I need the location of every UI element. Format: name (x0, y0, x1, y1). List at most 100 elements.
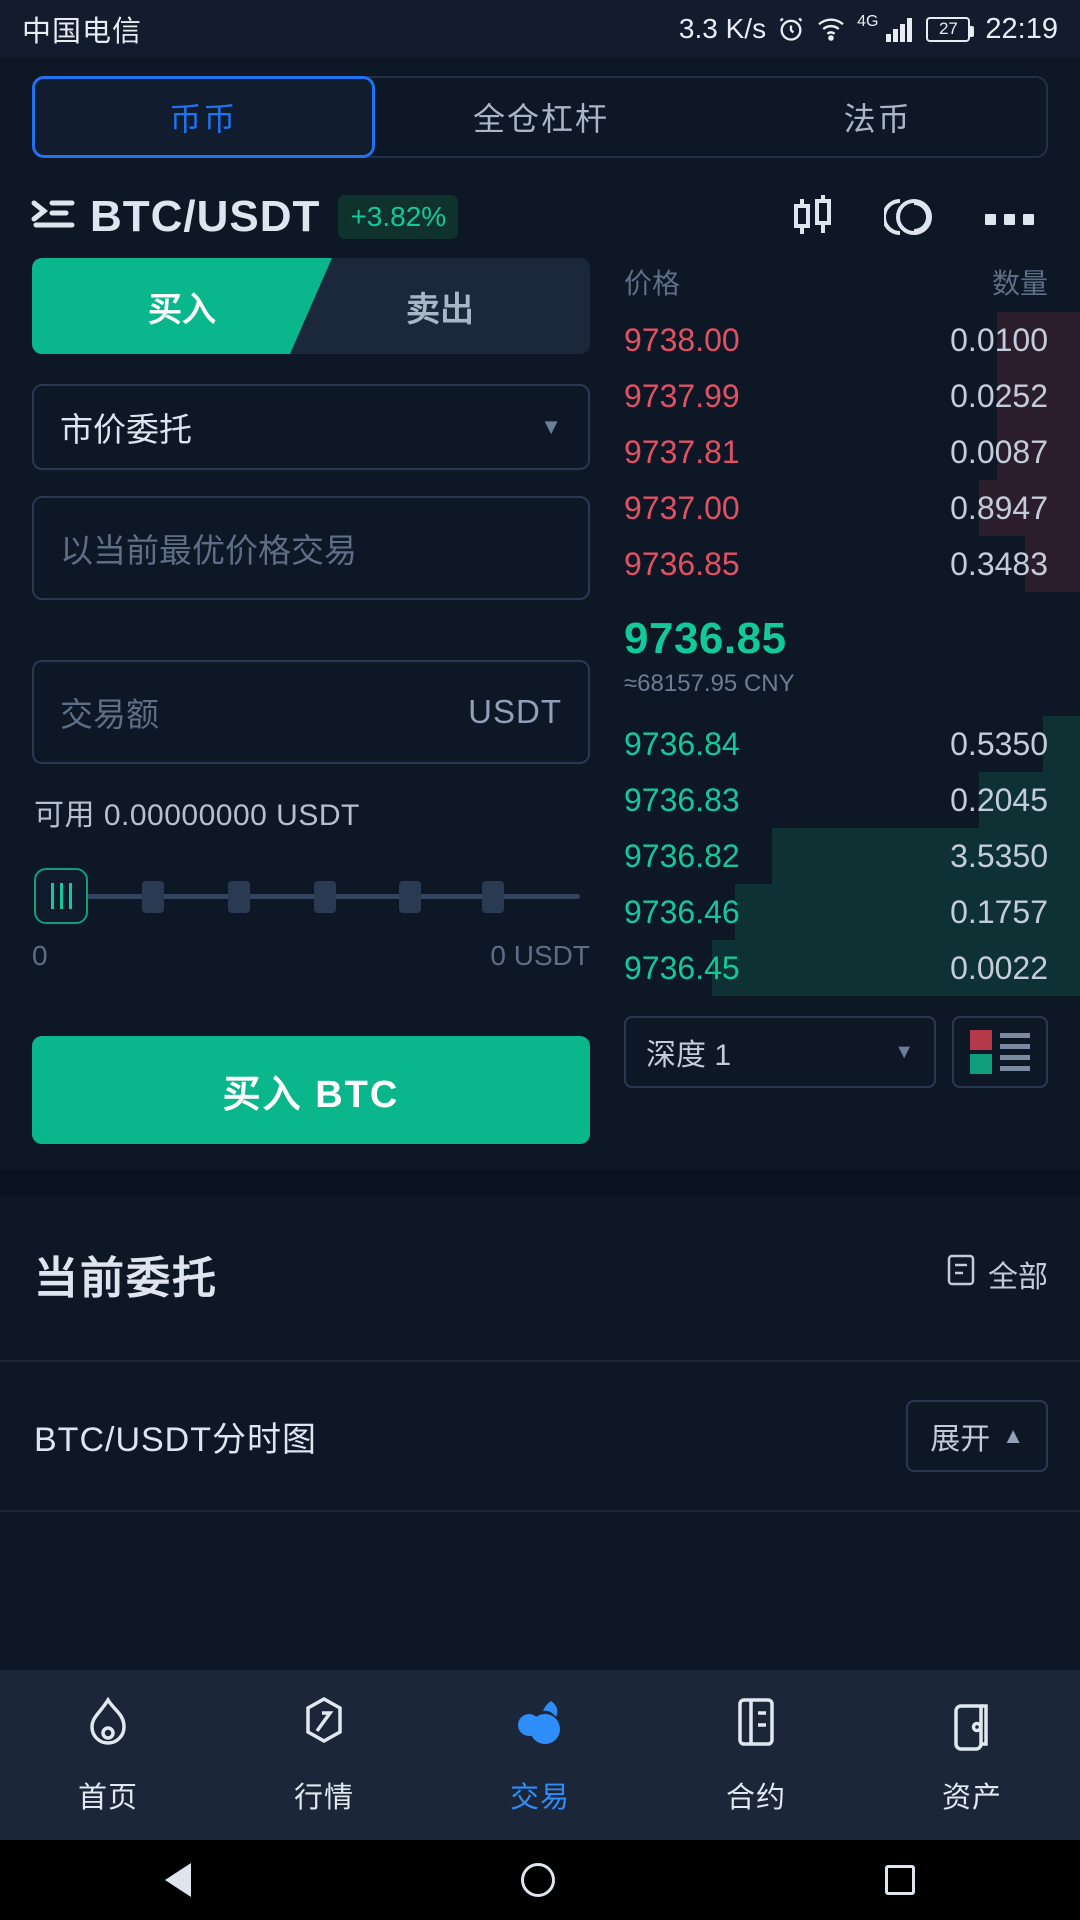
orderbook-layout-toggle[interactable] (952, 1016, 1048, 1088)
slider-tick[interactable] (482, 881, 504, 913)
list-filter-icon (946, 1253, 976, 1295)
nav-label: 行情 (293, 1781, 354, 1814)
coin-info-icon[interactable] (884, 193, 936, 241)
table-row[interactable]: 9736.85 0.3483 (620, 536, 1080, 592)
ask-price: 9737.00 (624, 489, 740, 526)
slider-handle[interactable] (34, 868, 88, 924)
table-row[interactable]: 9737.81 0.0087 (620, 424, 1080, 480)
bid-price: 9736.82 (624, 837, 740, 874)
bid-amount: 3.5350 (950, 837, 1048, 874)
table-row[interactable]: 9737.00 0.8947 (620, 480, 1080, 536)
amount-input-placeholder: 交易额 (60, 696, 159, 733)
table-row[interactable]: 9737.99 0.0252 (620, 368, 1080, 424)
orderbook-col-price: 价格 (624, 268, 681, 299)
last-price-block: 9736.85 ≈68157.95 CNY (620, 592, 1080, 716)
recents-button-icon[interactable] (885, 1865, 915, 1895)
order-form: 卖出 买入 市价委托 ▼ 以当前最优价格交易 交易额 USDT 可用 0.000… (0, 248, 620, 1144)
back-button-icon[interactable] (165, 1863, 191, 1897)
slider-tick[interactable] (399, 881, 421, 913)
wifi-icon (816, 17, 846, 41)
price-change-badge: +3.82% (338, 195, 459, 239)
alarm-icon (777, 15, 805, 43)
slider-tick[interactable] (228, 881, 250, 913)
tab-cross-margin[interactable]: 全仓杠杆 (373, 78, 710, 156)
ask-amount: 0.8947 (950, 489, 1048, 526)
ask-amount: 0.0100 (950, 321, 1048, 358)
nav-item-contract[interactable]: 合约 (648, 1695, 864, 1816)
current-orders-header: 当前委托 全部 (0, 1196, 1080, 1306)
amount-input[interactable]: 交易额 USDT (32, 660, 590, 764)
table-row[interactable]: 9736.46 0.1757 (620, 884, 1080, 940)
tab-coin-to-coin[interactable]: 币币 (32, 76, 375, 158)
amount-currency-label: USDT (468, 693, 562, 730)
ask-amount: 0.3483 (950, 545, 1048, 582)
divider (0, 1510, 1080, 1512)
bid-price: 9736.46 (624, 893, 740, 930)
price-input[interactable]: 以当前最优价格交易 (32, 496, 590, 600)
amount-percent-slider[interactable] (34, 868, 590, 924)
order-type-value: 市价委托 (60, 411, 192, 448)
ask-amount: 0.0087 (950, 433, 1048, 470)
nav-label: 首页 (77, 1781, 138, 1814)
slider-tick[interactable] (142, 881, 164, 913)
nav-label: 合约 (725, 1781, 786, 1814)
nav-item-home[interactable]: 首页 (0, 1695, 216, 1816)
home-button-icon[interactable] (521, 1863, 555, 1897)
table-row[interactable]: 9736.84 0.5350 (620, 716, 1080, 772)
table-row[interactable]: 9736.45 0.0022 (620, 940, 1080, 996)
depth-precision-value: 深度 1 (646, 1039, 732, 1072)
assets-icon (945, 1695, 999, 1760)
ticker-bar: BTC/USDT +3.82% (0, 158, 1080, 248)
orders-filter-all[interactable]: 全部 (946, 1252, 1048, 1296)
ask-price: 9736.85 (624, 545, 740, 582)
submit-buy-button[interactable]: 买入 BTC (32, 1036, 590, 1144)
tab-sell[interactable]: 卖出 (290, 258, 590, 354)
buy-sell-tabs[interactable]: 卖出 买入 (32, 258, 590, 354)
market-type-tabs[interactable]: 币币 全仓杠杆 法币 (32, 76, 1048, 158)
order-type-select[interactable]: 市价委托 ▼ (32, 384, 590, 470)
ask-price: 9738.00 (624, 321, 740, 358)
last-price: 9736.85 (624, 614, 787, 663)
page-title: 当前委托 (34, 1254, 218, 1303)
slider-tick[interactable] (314, 881, 336, 913)
table-row[interactable]: 9736.82 3.5350 (620, 828, 1080, 884)
ask-price: 9737.99 (624, 377, 740, 414)
nav-label: 交易 (509, 1781, 570, 1814)
depth-layout-icon (970, 1030, 992, 1074)
android-system-nav (0, 1840, 1080, 1920)
slider-max-label: 0 USDT (490, 940, 590, 971)
nav-item-markets[interactable]: 行情 (216, 1695, 432, 1816)
nav-item-trade[interactable]: 交易 (432, 1695, 648, 1816)
pair-list-icon[interactable] (30, 194, 76, 240)
last-price-cny: ≈68157.95 CNY (624, 670, 795, 697)
network-type-label: 4G (857, 13, 879, 30)
ask-amount: 0.0252 (950, 377, 1048, 414)
expand-chart-button[interactable]: 展开 ▲ (906, 1400, 1048, 1472)
chevron-down-icon: ▼ (540, 414, 562, 439)
depth-precision-select[interactable]: 深度 1 ▼ (624, 1016, 936, 1088)
clock-label: 22:19 (985, 12, 1058, 45)
chevron-up-icon: ▲ (1002, 1423, 1024, 1448)
ask-price: 9737.81 (624, 433, 740, 470)
order-book: 价格 数量 9738.00 0.0100 9737.99 0.0252 9737… (620, 248, 1080, 1144)
bid-price: 9736.84 (624, 725, 740, 762)
bid-amount: 0.2045 (950, 781, 1048, 818)
tab-fiat[interactable]: 法币 (709, 78, 1046, 156)
orderbook-col-amount: 数量 (991, 268, 1048, 299)
available-balance-label: 可用 0.00000000 USDT (34, 799, 360, 832)
flame-icon (80, 1695, 136, 1760)
tab-buy[interactable]: 买入 (32, 258, 332, 354)
candlestick-chart-icon[interactable] (790, 193, 836, 241)
orders-filter-label: 全部 (988, 1261, 1048, 1294)
bid-amount: 0.1757 (950, 893, 1048, 930)
expand-label: 展开 (930, 1423, 991, 1456)
nav-item-assets[interactable]: 资产 (864, 1695, 1080, 1816)
trading-pair-label[interactable]: BTC/USDT (90, 192, 320, 242)
bid-price: 9736.45 (624, 949, 740, 986)
battery-level-label: 27 (938, 19, 958, 38)
nav-label: 资产 (941, 1781, 1002, 1814)
more-options-icon[interactable] (984, 209, 1036, 225)
table-row[interactable]: 9736.83 0.2045 (620, 772, 1080, 828)
contract-icon (729, 1695, 783, 1760)
table-row[interactable]: 9738.00 0.0100 (620, 312, 1080, 368)
